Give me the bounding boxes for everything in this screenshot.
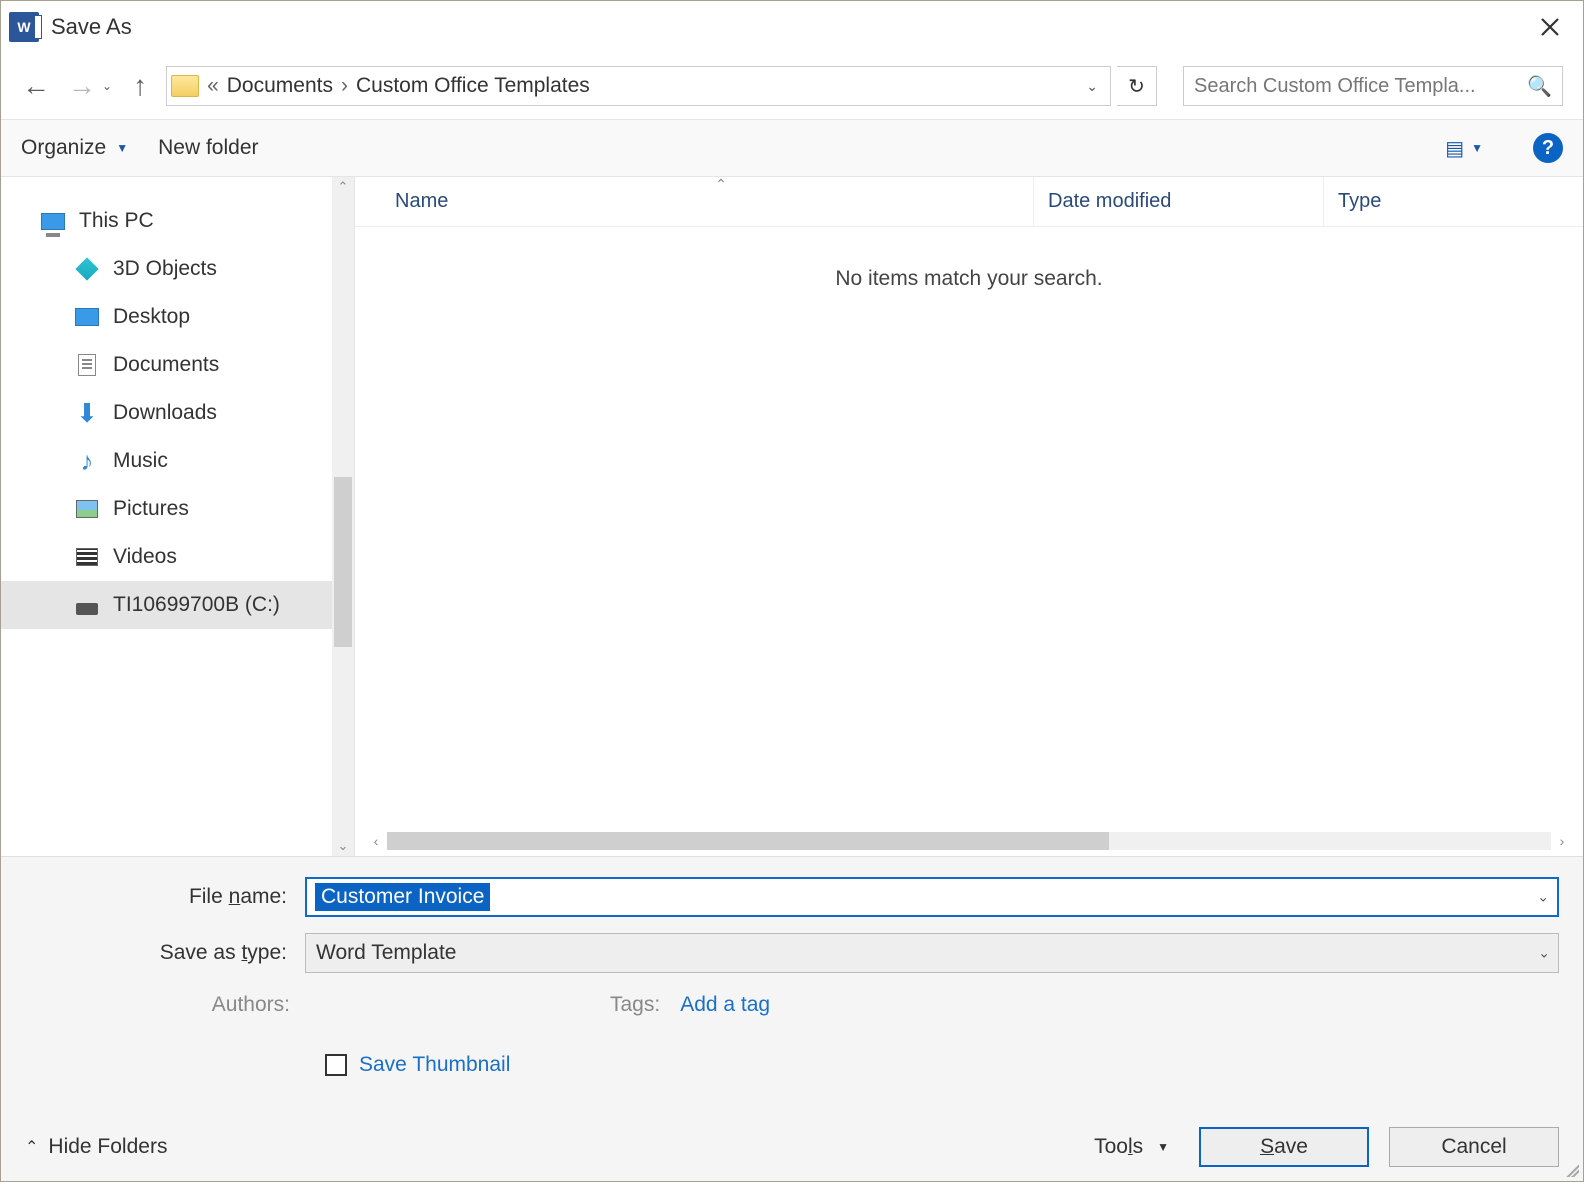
view-list-icon: ▤ xyxy=(1445,136,1461,161)
save-as-dialog: W Save As ← → ⌄ ↑ « Documents › Custom O… xyxy=(0,0,1584,1182)
tree-item-this-pc[interactable]: This PC xyxy=(1,197,354,245)
search-placeholder: Search Custom Office Templa... xyxy=(1194,75,1527,98)
this-pc-icon xyxy=(41,209,65,233)
titlebar: W Save As xyxy=(1,1,1583,53)
save-thumbnail-checkbox[interactable] xyxy=(325,1054,347,1076)
tree-label: Videos xyxy=(113,545,177,569)
documents-icon xyxy=(78,354,96,376)
chevron-down-icon[interactable]: ⌄ xyxy=(1537,889,1549,906)
chevron-down-icon: ▼ xyxy=(1471,141,1483,155)
organize-button[interactable]: Organize ▼ xyxy=(21,136,128,160)
breadcrumb-overflow: « xyxy=(207,74,219,98)
search-icon: 🔍 xyxy=(1527,74,1552,99)
save-button[interactable]: Save xyxy=(1199,1127,1369,1167)
hide-folders-button[interactable]: ⌃ Hide Folders xyxy=(25,1135,167,1159)
search-input[interactable]: Search Custom Office Templa... 🔍 xyxy=(1183,66,1563,106)
tree-scrollbar[interactable]: ⌃ ⌄ xyxy=(332,177,354,856)
tree-label: Desktop xyxy=(113,305,190,329)
tags-label: Tags: xyxy=(610,993,660,1017)
scrollbar-thumb[interactable] xyxy=(334,477,352,647)
close-icon xyxy=(1540,17,1560,37)
scroll-right-icon: › xyxy=(1551,833,1573,849)
save-thumbnail-label[interactable]: Save Thumbnail xyxy=(359,1053,510,1077)
chevron-down-icon: ▼ xyxy=(116,141,128,155)
music-icon: ♪ xyxy=(75,449,99,473)
filename-value: Customer Invoice xyxy=(315,883,490,911)
tree-item-3d-objects[interactable]: 3D Objects xyxy=(1,245,354,293)
resize-grip-icon[interactable] xyxy=(1563,1161,1579,1177)
tree-label: TI10699700B (C:) xyxy=(113,593,280,617)
tree-item-drive-c[interactable]: TI10699700B (C:) xyxy=(1,581,354,629)
tree-item-desktop[interactable]: Desktop xyxy=(1,293,354,341)
close-button[interactable] xyxy=(1525,7,1575,47)
authors-label: Authors: xyxy=(25,993,290,1017)
form-area: File name: Customer Invoice ⌄ Save as ty… xyxy=(1,857,1583,1181)
chevron-down-icon[interactable]: ⌄ xyxy=(1538,945,1550,962)
tree-item-downloads[interactable]: ⬇ Downloads xyxy=(1,389,354,437)
filename-label: File name: xyxy=(25,885,305,909)
refresh-icon: ↻ xyxy=(1128,74,1145,99)
scroll-down-icon: ⌄ xyxy=(332,838,354,854)
view-options-button[interactable]: ▤ ▼ xyxy=(1445,136,1483,161)
empty-list-message: No items match your search. xyxy=(355,227,1583,291)
tree-label: Documents xyxy=(113,353,219,377)
scroll-up-icon: ⌃ xyxy=(332,177,354,195)
refresh-button[interactable]: ↻ xyxy=(1117,66,1157,106)
dialog-title: Save As xyxy=(51,14,132,40)
breadcrumb-item-documents[interactable]: Documents xyxy=(227,74,333,98)
add-tag-link[interactable]: Add a tag xyxy=(680,993,770,1017)
chevron-up-icon: ⌃ xyxy=(25,1137,38,1157)
tools-button[interactable]: Tools ▼ xyxy=(1084,1135,1179,1159)
savetype-value: Word Template xyxy=(316,941,456,965)
column-header-date[interactable]: Date modified xyxy=(1033,177,1323,226)
horizontal-scrollbar[interactable]: ‹ › xyxy=(365,830,1573,852)
address-bar[interactable]: « Documents › Custom Office Templates ⌄ xyxy=(166,66,1111,106)
tree-item-documents[interactable]: Documents xyxy=(1,341,354,389)
up-button[interactable]: ↑ xyxy=(120,66,160,106)
hide-folders-label: Hide Folders xyxy=(48,1135,167,1159)
chevron-down-icon: ▼ xyxy=(1157,1140,1169,1154)
savetype-select[interactable]: Word Template ⌄ xyxy=(305,933,1559,973)
word-app-icon: W xyxy=(9,12,39,42)
cancel-button[interactable]: Cancel xyxy=(1389,1127,1559,1167)
scroll-left-icon: ‹ xyxy=(365,833,387,849)
folder-icon xyxy=(171,75,199,97)
help-icon: ? xyxy=(1542,137,1554,160)
filename-input[interactable]: Customer Invoice ⌄ xyxy=(305,877,1559,917)
address-dropdown-icon[interactable]: ⌄ xyxy=(1078,78,1106,95)
new-folder-button[interactable]: New folder xyxy=(158,136,258,160)
column-headers: Name Date modified Type xyxy=(355,177,1583,227)
organize-label: Organize xyxy=(21,136,106,160)
desktop-icon xyxy=(75,305,99,329)
tree-label: Music xyxy=(113,449,168,473)
navigation-bar: ← → ⌄ ↑ « Documents › Custom Office Temp… xyxy=(1,53,1583,119)
dialog-footer: ⌃ Hide Folders Tools ▼ Save Cancel xyxy=(25,1127,1559,1167)
toolbar: Organize ▼ New folder ▤ ▼ ? xyxy=(1,119,1583,177)
tree-label: 3D Objects xyxy=(113,257,217,281)
tree-label: Pictures xyxy=(113,497,189,521)
tree-label: Downloads xyxy=(113,401,217,425)
tree-label: This PC xyxy=(79,209,154,233)
help-button[interactable]: ? xyxy=(1533,133,1563,163)
tree-item-pictures[interactable]: Pictures xyxy=(1,485,354,533)
videos-icon xyxy=(76,548,98,566)
drive-icon xyxy=(76,603,98,615)
tree-item-videos[interactable]: Videos xyxy=(1,533,354,581)
back-button[interactable]: ← xyxy=(16,66,56,106)
breadcrumb-item-current[interactable]: Custom Office Templates xyxy=(356,74,590,98)
downloads-icon: ⬇ xyxy=(75,401,99,425)
content-area: ⌃ This PC 3D Objects Desktop Documents ⬇… xyxy=(1,177,1583,857)
history-dropdown-icon[interactable]: ⌄ xyxy=(102,79,112,93)
scrollbar-thumb[interactable] xyxy=(387,832,1109,850)
breadcrumb-separator: › xyxy=(341,74,348,98)
column-header-type[interactable]: Type xyxy=(1323,177,1583,226)
folder-tree: This PC 3D Objects Desktop Documents ⬇ D… xyxy=(1,177,355,856)
tree-item-music[interactable]: ♪ Music xyxy=(1,437,354,485)
savetype-label: Save as type: xyxy=(25,941,305,965)
3d-objects-icon xyxy=(75,257,98,280)
file-list: Name Date modified Type No items match y… xyxy=(355,177,1583,856)
pictures-icon xyxy=(76,500,98,518)
forward-button[interactable]: → xyxy=(62,66,102,106)
column-header-name[interactable]: Name xyxy=(355,190,1033,213)
